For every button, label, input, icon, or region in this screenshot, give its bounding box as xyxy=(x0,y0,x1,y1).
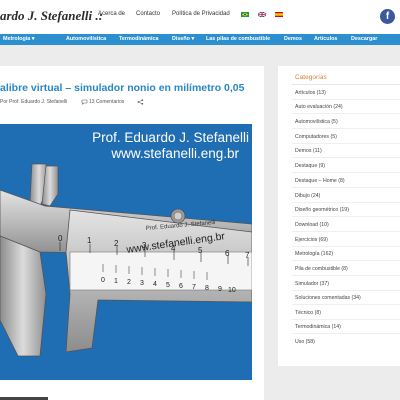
post-author[interactable]: Por Prof. Eduardo J. Stefanelli xyxy=(0,99,67,105)
category-link[interactable]: Metrología (162) xyxy=(295,251,333,257)
category-link[interactable]: Artículos (13) xyxy=(295,90,326,96)
vernier-scale-label: 10 xyxy=(228,287,236,294)
category-divider xyxy=(292,143,400,144)
post-title[interactable]: alibre virtual – simulador nonio en milí… xyxy=(0,82,244,94)
nav-demos[interactable]: Demos xyxy=(284,36,302,42)
category-link[interactable]: Destaque – Home (8) xyxy=(295,178,345,184)
nav-automovilistica[interactable]: Automovilística xyxy=(66,36,106,42)
facebook-icon[interactable]: f xyxy=(380,9,395,24)
nav-descargar[interactable]: Descargar xyxy=(351,36,377,42)
vernier-scale-label: 8 xyxy=(205,285,209,292)
categories-title: Categorías xyxy=(295,74,327,81)
category-divider xyxy=(292,113,400,114)
nav-diseno[interactable]: Diseño ▾ xyxy=(172,36,194,42)
nav-termodinamica[interactable]: Termodinámica xyxy=(119,36,158,42)
spain-flag-icon[interactable] xyxy=(275,12,283,17)
main-navigation: Metrología ▾ Automovilística Termodinámi… xyxy=(0,34,400,45)
main-scale-label: 1 xyxy=(87,236,92,245)
category-link[interactable]: Download (10) xyxy=(295,222,329,228)
main-scale-label: 7 xyxy=(245,251,250,260)
category-link[interactable]: Computadores (5) xyxy=(295,134,337,140)
category-divider xyxy=(292,304,400,305)
category-divider xyxy=(292,216,400,217)
category-divider xyxy=(292,231,400,232)
brazil-flag-icon[interactable] xyxy=(241,12,249,17)
main-scale-label: 5 xyxy=(198,246,203,255)
share-icon[interactable] xyxy=(137,99,144,105)
vernier-scale-label: 5 xyxy=(166,282,170,289)
category-divider xyxy=(292,128,400,129)
main-scale-label: 2 xyxy=(114,239,119,248)
vernier-scale-label: 2 xyxy=(127,279,131,286)
main-scale-label: 6 xyxy=(225,249,230,258)
privacy-policy-link[interactable]: Política de Privacidad xyxy=(172,11,230,17)
nav-metrologia[interactable]: Metrología ▾ xyxy=(3,36,34,42)
category-link[interactable]: Destaque (9) xyxy=(295,163,325,169)
category-divider xyxy=(292,290,400,291)
category-divider xyxy=(292,187,400,188)
category-divider xyxy=(292,172,400,173)
category-link[interactable]: Pila de combustible (8) xyxy=(295,266,348,272)
category-link[interactable]: Termodinámica (14) xyxy=(295,324,341,330)
category-link[interactable]: Dibujo (24) xyxy=(295,193,320,199)
nav-pilas-combustible[interactable]: Las pilas de combustible xyxy=(206,36,270,42)
main-scale-label: 3 xyxy=(142,241,147,250)
vernier-scale-label: 6 xyxy=(179,283,183,290)
main-scale-label: 0 xyxy=(58,234,63,243)
category-link[interactable]: Diseño geométrico (19) xyxy=(295,207,349,213)
vernier-scale-label: 0 xyxy=(101,277,105,284)
category-divider xyxy=(292,157,400,158)
site-logo[interactable]: ardo J. Stefanelli .: xyxy=(0,8,103,24)
category-divider xyxy=(292,202,400,203)
category-link[interactable]: Automovilística (5) xyxy=(295,119,338,125)
category-link[interactable]: Técnico (8) xyxy=(295,310,321,316)
vernier-scale-label: 4 xyxy=(153,281,157,288)
contact-link[interactable]: Contacto xyxy=(136,11,160,17)
comment-icon xyxy=(81,99,88,105)
about-link[interactable]: Acerca de xyxy=(98,11,125,17)
vernier-scale-label: 7 xyxy=(192,284,196,291)
category-link[interactable]: Simulador (37) xyxy=(295,281,329,287)
vernier-scale-label: 9 xyxy=(218,286,222,293)
vernier-scale-label: 3 xyxy=(140,280,144,287)
categories-divider xyxy=(292,84,400,85)
caliper-image[interactable]: Prof. Eduardo J. Stefanelli www.stefanel… xyxy=(0,124,252,380)
category-link[interactable]: Auto evaluación (24) xyxy=(295,104,343,110)
category-divider xyxy=(292,99,400,100)
category-divider xyxy=(292,260,400,261)
nav-articulos[interactable]: Artículos xyxy=(314,36,337,42)
category-link[interactable]: Soluciones comentadas (34) xyxy=(295,295,361,301)
category-divider xyxy=(292,319,400,320)
category-link[interactable]: Demos (11) xyxy=(295,148,322,154)
category-link[interactable]: Ejercicios (69) xyxy=(295,237,328,243)
category-divider xyxy=(292,275,400,276)
image-caption-url: www.stefanelli.eng.br xyxy=(110,146,239,161)
image-caption-name: Prof. Eduardo J. Stefanelli xyxy=(92,130,249,145)
vernier-scale-label: 1 xyxy=(114,278,118,285)
main-scale-label: 4 xyxy=(171,244,176,253)
locking-screw[interactable] xyxy=(170,208,186,224)
uk-flag-icon[interactable] xyxy=(258,12,266,17)
category-link[interactable]: Uso (58) xyxy=(295,339,315,345)
category-divider xyxy=(292,333,400,334)
category-divider xyxy=(292,246,400,247)
post-comments-count[interactable]: 13 Comentarios xyxy=(89,99,124,105)
